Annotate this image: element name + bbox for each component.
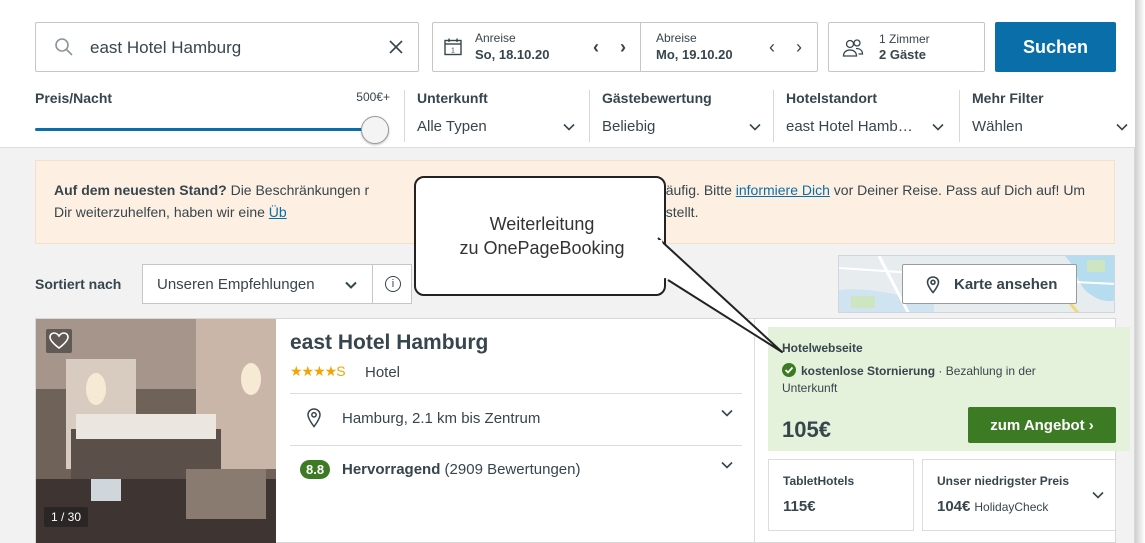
chevron-down-icon xyxy=(563,123,575,131)
rating-word: Hervorragend xyxy=(342,461,441,478)
chevron-down-icon xyxy=(932,123,944,131)
rating-filter[interactable]: Gästebewertung Beliebig xyxy=(589,90,769,142)
search-input[interactable] xyxy=(90,35,380,61)
guests-icon xyxy=(842,39,864,57)
view-map-button[interactable]: Karte ansehen xyxy=(902,264,1077,304)
rating-summary: Hervorragend (2909 Bewertungen) xyxy=(342,461,580,478)
heart-icon xyxy=(49,332,69,350)
checkout-value[interactable]: Mo, 19.10.20 xyxy=(656,47,733,62)
inform-link[interactable]: informiere Dich xyxy=(736,182,830,198)
window-edge-shadow xyxy=(1135,0,1145,543)
callout-text: Weiterleitung zu OnePageBooking xyxy=(416,212,668,260)
price-max-label: 500€+ xyxy=(356,90,390,104)
rating-count: (2909 Bewertungen) xyxy=(444,461,581,478)
chevron-down-icon[interactable] xyxy=(1091,488,1105,502)
alt-offer-name: Unser niedrigster Preis xyxy=(937,474,1070,488)
alt-offer-lowest[interactable]: Unser niedrigster Preis 104€ HolidayCheck xyxy=(922,459,1116,531)
rating-score-badge: 8.8 xyxy=(300,460,331,479)
chevron-down-icon xyxy=(345,281,357,289)
sort-dropdown[interactable]: Unseren Empfehlungen xyxy=(142,264,373,304)
rating-value: Beliebig xyxy=(602,118,656,135)
chevron-down-icon xyxy=(721,409,733,417)
more-filters[interactable]: Mehr Filter Wählen xyxy=(959,90,1129,142)
offer-price: 105€ xyxy=(782,417,831,442)
search-icon xyxy=(55,38,73,56)
hotel-rating-row[interactable]: 8.8 Hervorragend (2909 Bewertungen) xyxy=(290,445,742,497)
callout-line-1: Weiterleitung xyxy=(489,214,595,234)
alt-offer-name: TabletHotels xyxy=(783,474,855,488)
checkin-label: Anreise xyxy=(475,31,516,45)
hotel-type: Hotel xyxy=(365,364,401,381)
hotel-location: Hamburg, 2.1 km bis Zentrum xyxy=(342,410,541,427)
sort-label: Sortiert nach xyxy=(35,276,122,292)
svg-text:1: 1 xyxy=(451,48,455,55)
filter-bar: Preis/Nacht 500€+ Unterkunft Alle Typen … xyxy=(0,84,1135,148)
search-header: 1 Anreise So, 18.10.20 ‹ › Abreise Mo, 1… xyxy=(0,0,1135,148)
sort-info-button[interactable]: i xyxy=(372,264,412,304)
alt-offer-tablethotels[interactable]: TabletHotels 115€ xyxy=(768,459,914,531)
hotel-name[interactable]: east Hotel Hamburg xyxy=(290,331,488,355)
offer-conditions: kostenlose Stornierung · Bezahlung in de… xyxy=(782,363,1082,397)
alt-offer-price: 104€ HolidayCheck xyxy=(937,498,1048,515)
hotel-stars: ★★★★S xyxy=(290,363,346,379)
checkin-arrows[interactable]: ‹ › xyxy=(593,37,634,58)
info-icon: i xyxy=(385,276,401,292)
view-deal-button[interactable]: zum Angebot › xyxy=(968,407,1116,443)
price-slider-handle[interactable] xyxy=(361,116,389,144)
location-value: east Hotel Hamb… xyxy=(786,118,913,135)
check-circle-icon xyxy=(782,363,796,377)
destination-search[interactable] xyxy=(35,22,419,72)
hotel-location-row[interactable]: Hamburg, 2.1 km bis Zentrum xyxy=(290,393,742,445)
callout-line-2: zu OnePageBooking xyxy=(459,238,625,258)
price-filter-label: Preis/Nacht xyxy=(35,90,113,106)
rooms-count: 1 Zimmer xyxy=(879,32,930,46)
photo-counter: 1 / 30 xyxy=(44,507,89,527)
alt-offer-price: 115€ xyxy=(783,498,816,515)
clear-icon[interactable] xyxy=(386,37,406,57)
favorite-button[interactable] xyxy=(46,329,72,353)
view-map-label: Karte ansehen xyxy=(954,276,1058,293)
checkout-arrows[interactable]: ‹ › xyxy=(769,37,810,58)
accommodation-filter[interactable]: Unterkunft Alle Typen xyxy=(404,90,584,142)
guests-count: 2 Gäste xyxy=(879,47,926,62)
alt-offer-price-value: 104€ xyxy=(937,498,971,515)
rating-label: Gästebewertung xyxy=(602,90,712,106)
location-filter[interactable]: Hotelstandort east Hotel Hamb… xyxy=(773,90,955,142)
checkout-label: Abreise xyxy=(656,31,697,45)
notice-text-part: r xyxy=(364,182,370,198)
accommodation-value: Alle Typen xyxy=(417,118,487,135)
search-button[interactable]: Suchen xyxy=(995,22,1116,72)
more-filters-label: Mehr Filter xyxy=(972,90,1044,106)
overview-link[interactable]: Üb xyxy=(269,204,287,220)
date-divider xyxy=(640,23,641,71)
notice-heading: Auf dem neuesten Stand? xyxy=(54,182,227,198)
calendar-icon: 1 xyxy=(444,38,462,56)
chevron-down-icon xyxy=(1116,123,1128,131)
rooms-guests-picker[interactable]: 1 Zimmer 2 Gäste xyxy=(828,22,985,72)
offer-source: Hotelwebseite xyxy=(782,341,863,355)
free-cancellation: kostenlose Stornierung xyxy=(801,364,936,378)
best-offer-panel[interactable]: Hotelwebseite kostenlose Stornierung · B… xyxy=(768,327,1130,451)
card-divider xyxy=(754,319,755,543)
results-page: 1 Anreise So, 18.10.20 ‹ › Abreise Mo, 1… xyxy=(0,0,1135,543)
hotel-card[interactable]: 1 / 30 east Hotel Hamburg ★★★★S Hotel Ha… xyxy=(35,318,1130,543)
chevron-down-icon xyxy=(749,123,761,131)
map-pin-icon xyxy=(926,276,940,294)
location-label: Hotelstandort xyxy=(786,90,877,106)
chevron-down-icon xyxy=(721,461,733,469)
accommodation-label: Unterkunft xyxy=(417,90,488,106)
annotation-callout: Weiterleitung zu OnePageBooking xyxy=(414,176,666,296)
notice-text-part: Die Beschränkungen xyxy=(226,182,365,198)
map-pin-icon xyxy=(307,408,321,428)
sort-value: Unseren Empfehlungen xyxy=(157,276,315,293)
more-filters-value: Wählen xyxy=(972,118,1023,135)
hotel-photo[interactable]: 1 / 30 xyxy=(36,319,276,543)
screenshot-frame: 1 Anreise So, 18.10.20 ‹ › Abreise Mo, 1… xyxy=(0,0,1145,543)
alt-offer-source: HolidayCheck xyxy=(974,500,1049,514)
price-filter: Preis/Nacht 500€+ xyxy=(35,90,390,144)
checkin-value[interactable]: So, 18.10.20 xyxy=(475,47,549,62)
date-picker[interactable]: 1 Anreise So, 18.10.20 ‹ › Abreise Mo, 1… xyxy=(432,22,818,72)
price-slider-track[interactable] xyxy=(35,128,375,131)
